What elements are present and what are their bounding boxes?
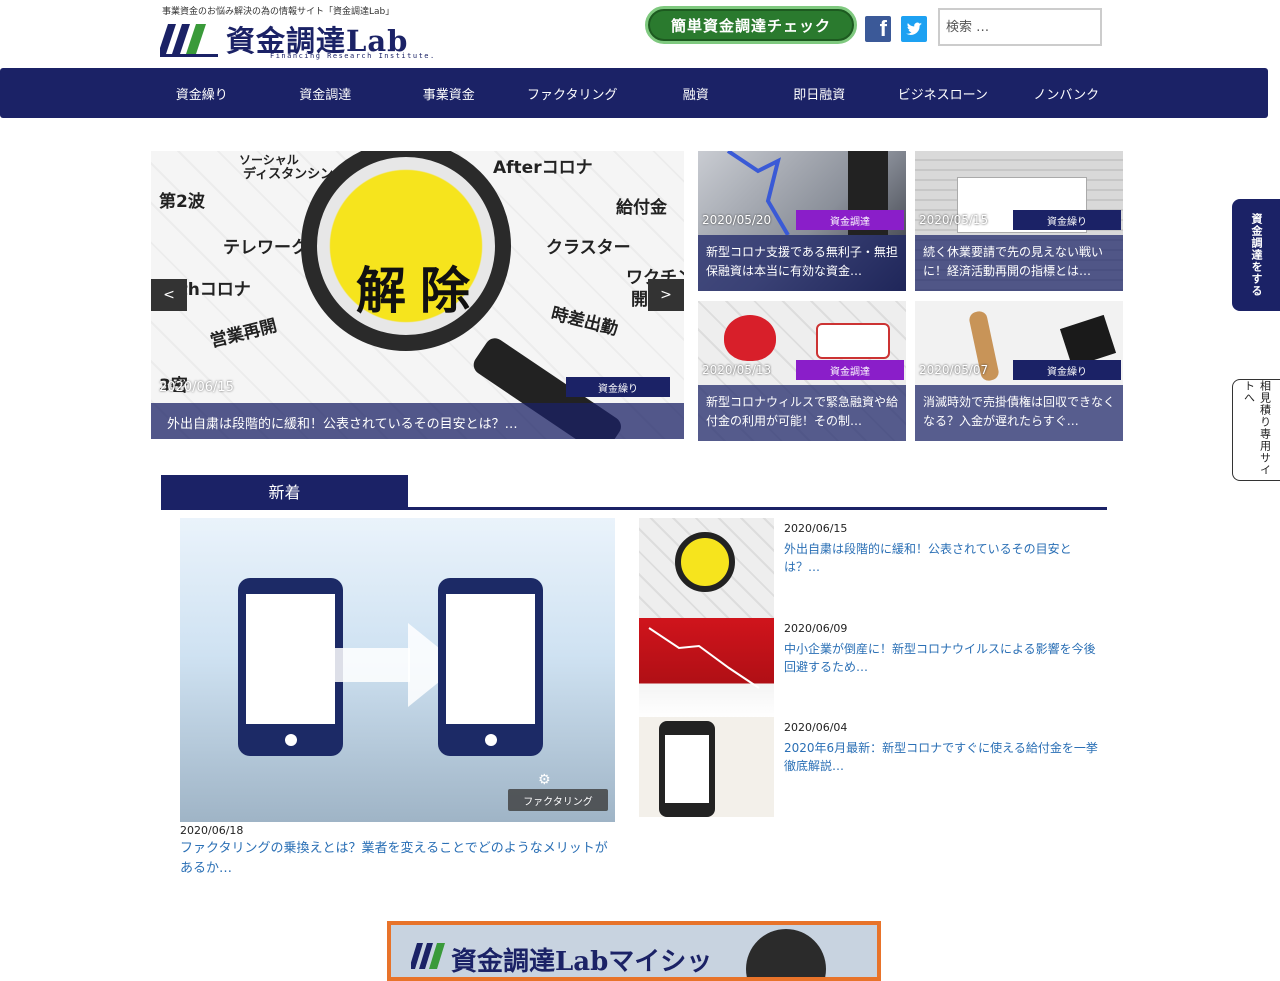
feature-date: 2020/06/18: [180, 824, 244, 837]
site-header: 事業資金のお悩み解決の為の情報サイト「資金調達Lab」 資金調達Lab Fina…: [0, 0, 1280, 68]
section-divider: [161, 507, 1107, 510]
card-date: 2020/05/15: [919, 213, 989, 227]
search-input[interactable]: [938, 8, 1102, 46]
down-trend-icon: [648, 627, 760, 689]
card-category-badge[interactable]: 資金繰り: [1013, 360, 1121, 380]
article-card[interactable]: 2020/05/15 資金繰り 続く休業要請で先の見えない戦いに！経済活動再開の…: [915, 151, 1123, 291]
nav-item-funding[interactable]: 資金調達: [264, 68, 388, 118]
card-caption[interactable]: 新型コロナ支援である無利子・無担保融資は本当に有効な資金…: [698, 235, 906, 291]
card-category-badge[interactable]: 資金繰り: [1013, 210, 1121, 230]
slide-category-badge[interactable]: 資金繰り: [566, 377, 670, 397]
feature-category-badge[interactable]: ファクタリング: [508, 789, 608, 811]
slide-word: Afterコロナ: [493, 158, 593, 178]
card-caption[interactable]: 消滅時効で売掛債権は回収できなくなる？入金が遅れたらすぐ…: [915, 385, 1123, 441]
phone-home-button: [485, 734, 497, 746]
article-card[interactable]: 2020/05/07 資金繰り 消滅時効で売掛債権は回収できなくなる？入金が遅れ…: [915, 301, 1123, 441]
list-thumbnail[interactable]: [639, 618, 774, 718]
card-caption[interactable]: 続く休業要請で先の見えない戦いに！経済活動再開の指標とは…: [915, 235, 1123, 291]
nav-item-factoring[interactable]: ファクタリング: [511, 68, 635, 118]
list-item[interactable]: 2020/06/15 外出自粛は段階的に緩和！公表されているその目安とは？…: [639, 518, 1109, 618]
logo-mark-icon: [160, 24, 218, 57]
nav-item-business-funds[interactable]: 事業資金: [387, 68, 511, 118]
phone-screen: [446, 594, 535, 724]
mypage-banner[interactable]: 資金調達Labマイシッ: [387, 921, 881, 981]
nav-item-nonbank[interactable]: ノンバンク: [1005, 68, 1129, 118]
nav-item-business-loan[interactable]: ビジネスローン: [881, 68, 1005, 118]
funding-side-tab[interactable]: 資金調達をする: [1232, 199, 1280, 311]
featured-slider[interactable]: ソーシャル ディスタンシング 第2波 Afterコロナ 給付金 テレワーク クラ…: [151, 151, 684, 439]
list-thumbnail[interactable]: [639, 518, 774, 618]
phone-screen: [665, 735, 709, 803]
twitter-icon[interactable]: [901, 16, 927, 42]
slide-word: 第2波: [159, 192, 205, 212]
person-image: [746, 929, 826, 977]
list-date: 2020/06/09: [784, 622, 848, 635]
logo-mark-icon: [411, 943, 445, 969]
ambulance-shape: [816, 323, 890, 359]
nav-item-cash-flow[interactable]: 資金繰り: [140, 68, 264, 118]
list-date: 2020/06/04: [784, 721, 848, 734]
nav-item-same-day-loan[interactable]: 即日融資: [758, 68, 882, 118]
new-section-heading: 新着: [161, 475, 408, 507]
phone-right-image: [438, 578, 543, 756]
card-date: 2020/05/13: [702, 363, 772, 377]
slide-date: 2020/06/15: [159, 380, 234, 395]
slide-word: 営業再開: [208, 315, 280, 352]
slide-word: テレワーク: [223, 238, 308, 258]
slide-word: 給付金: [616, 198, 667, 218]
feature-title-link[interactable]: ファクタリングの乗換えとは？業者を変えることでどのようなメリットがあるか…: [180, 839, 620, 879]
phone-image: [659, 721, 715, 817]
phone-screen: [246, 594, 335, 724]
slide-word: 開: [631, 290, 648, 310]
slider-prev-button[interactable]: <: [151, 279, 187, 311]
slider-next-button[interactable]: >: [648, 279, 684, 311]
card-date: 2020/05/07: [919, 363, 989, 377]
arrow-shape: [325, 648, 410, 682]
global-nav: 資金繰り 資金調達 事業資金 ファクタリング 融資 即日融資 ビジネスローン ノ…: [0, 68, 1268, 118]
simple-funding-check-button[interactable]: 簡単資金調達チェック: [645, 6, 857, 44]
twitter-bird-icon: [906, 22, 922, 35]
logo-subtitle: Financing Research Institute.: [270, 52, 436, 60]
list-item[interactable]: 2020/06/09 中小企業が倒産に！新型コロナウイルスによる影響を今後回避す…: [639, 618, 1109, 718]
list-item[interactable]: 2020/06/04 2020年6月最新：新型コロナですぐに使える給付金を一挙徹…: [639, 717, 1109, 817]
quote-site-side-tab[interactable]: 相見積り専用サイトへ: [1232, 379, 1280, 481]
magnifier-image: [675, 532, 735, 592]
card-category-badge[interactable]: 資金調達: [796, 360, 904, 380]
nav-item-loan[interactable]: 融資: [634, 68, 758, 118]
list-title-link[interactable]: 2020年6月最新：新型コロナですぐに使える給付金を一挙徹底解説…: [784, 739, 1104, 775]
phone-home-button: [285, 734, 297, 746]
facebook-icon[interactable]: f: [865, 16, 891, 42]
slide-word: 時差出勤: [548, 303, 620, 340]
gear-icon: ⚙: [538, 772, 551, 788]
slide-word: クラスター: [546, 238, 631, 258]
card-date: 2020/05/20: [702, 213, 772, 227]
card-caption[interactable]: 新型コロナウィルスで緊急融資や給付金の利用が可能！その制…: [698, 385, 906, 441]
heart-shape: [724, 315, 776, 361]
slide-caption[interactable]: 外出自粛は段階的に緩和！公表されているその目安とは？…: [151, 403, 684, 439]
list-thumbnail[interactable]: [639, 717, 774, 817]
slide-center-word: 解除: [356, 261, 484, 320]
list-title-link[interactable]: 外出自粛は段階的に緩和！公表されているその目安とは？…: [784, 540, 1104, 576]
article-card[interactable]: 2020/05/20 資金調達 新型コロナ支援である無利子・無担保融資は本当に有…: [698, 151, 906, 291]
card-category-badge[interactable]: 資金調達: [796, 210, 904, 230]
list-date: 2020/06/15: [784, 522, 848, 535]
site-logo[interactable]: 資金調達Lab Financing Research Institute.: [160, 16, 434, 62]
list-title-link[interactable]: 中小企業が倒産に！新型コロナウイルスによる影響を今後回避するため…: [784, 640, 1104, 676]
article-card[interactable]: 2020/05/13 資金調達 新型コロナウィルスで緊急融資や給付金の利用が可能…: [698, 301, 906, 441]
